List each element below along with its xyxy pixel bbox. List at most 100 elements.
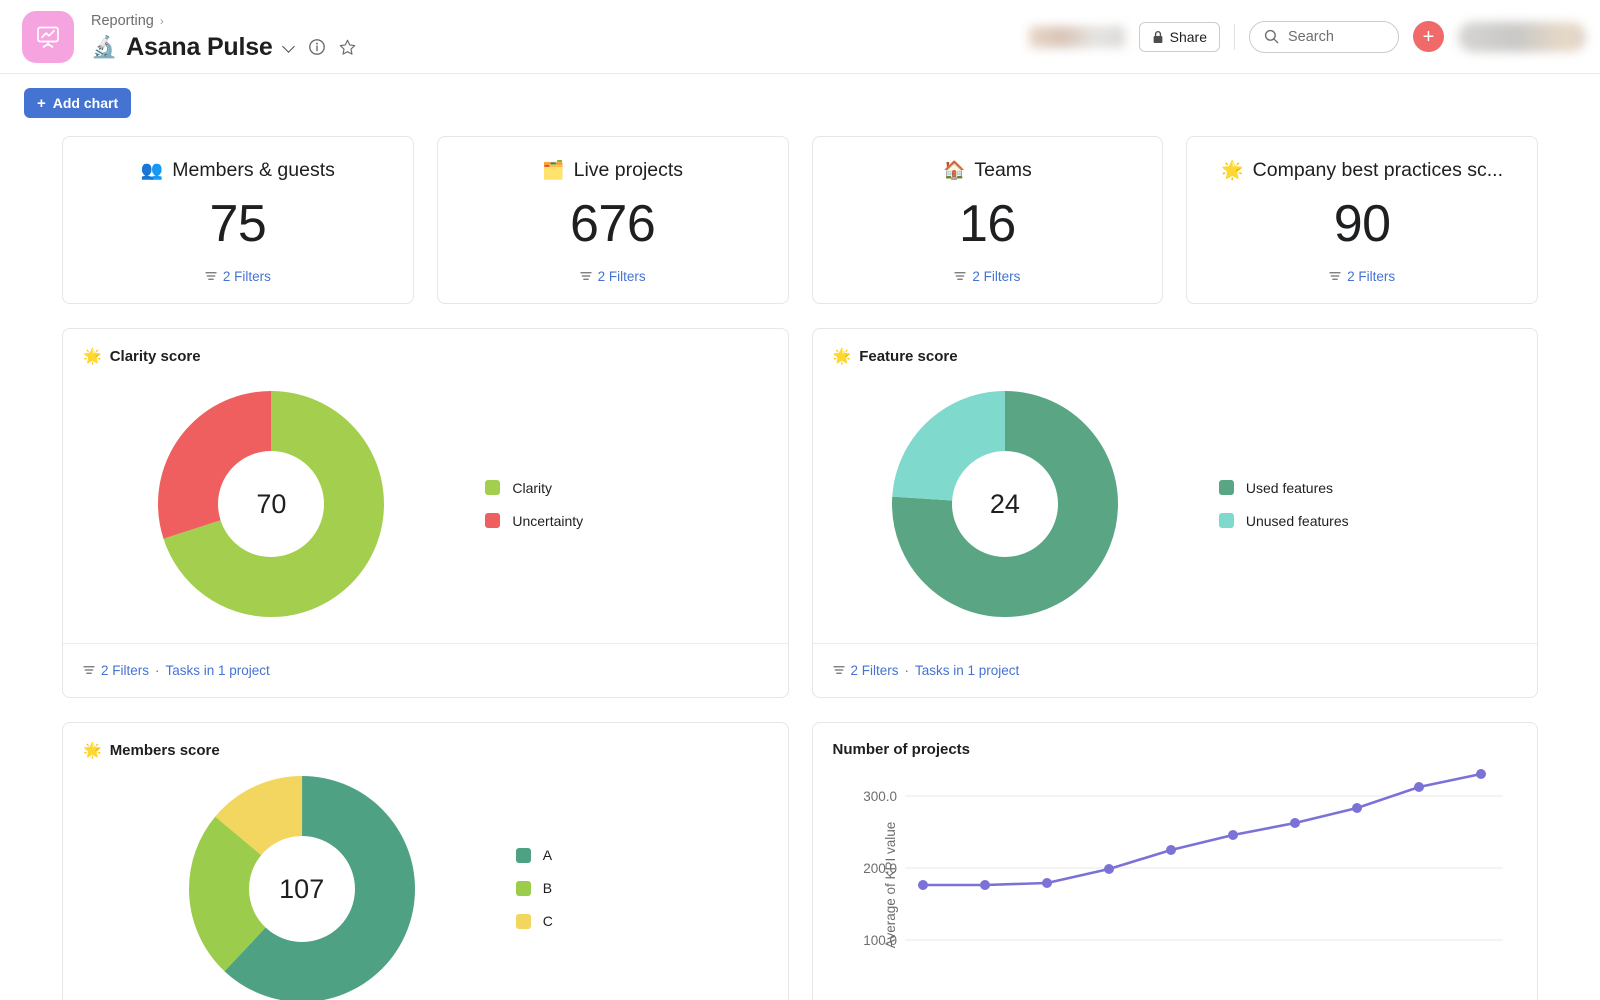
filter-label: 2 Filters: [972, 269, 1020, 284]
star-icon[interactable]: [337, 36, 359, 58]
footer-separator: ·: [155, 663, 160, 678]
filter-icon: [83, 665, 95, 676]
filter-link[interactable]: 2 Filters · Tasks in 1 project: [83, 663, 270, 678]
line-chart: Average of KPI value 300.0 200.0 100.0: [813, 758, 1538, 1000]
create-button[interactable]: +: [1413, 21, 1444, 52]
title-block: Reporting › 🔬 Asana Pulse: [91, 12, 359, 62]
top-bar: Reporting › 🔬 Asana Pulse: [0, 0, 1600, 74]
legend-item[interactable]: Unused features: [1219, 513, 1349, 529]
header-divider: [1234, 24, 1235, 50]
legend-swatch: [516, 914, 531, 929]
filter-icon: [205, 271, 217, 282]
breadcrumb-chevron-icon: ›: [160, 12, 164, 30]
kpi-card-company-best-practices-score[interactable]: 🌟 Company best practices sc... 90 2 Filt…: [1186, 136, 1538, 304]
filter-label: 2 Filters: [1347, 269, 1395, 284]
redacted-label-left: [1029, 26, 1125, 48]
chart-card-clarity-score[interactable]: 🌟 Clarity score 70: [62, 328, 789, 698]
page-title: Asana Pulse: [126, 33, 272, 62]
top-bar-right: Share Search +: [1029, 21, 1586, 53]
breadcrumb[interactable]: Reporting ›: [91, 12, 359, 30]
plus-icon: +: [1423, 27, 1435, 47]
app-icon[interactable]: [22, 11, 74, 63]
chart-title: Number of projects: [833, 741, 971, 758]
kpi-title-label: Company best practices sc...: [1253, 159, 1503, 182]
legend-label: Unused features: [1246, 513, 1349, 529]
legend-item[interactable]: C: [516, 913, 553, 929]
glowing-star-emoji-icon: 🌟: [83, 741, 102, 759]
glowing-star-emoji-icon: 🌟: [83, 347, 102, 365]
filter-label: 2 Filters: [598, 269, 646, 284]
chevron-down-icon[interactable]: [283, 40, 297, 54]
kpi-value: 75: [209, 198, 266, 250]
kpi-filters[interactable]: 2 Filters: [205, 269, 271, 287]
chart-body: 70 Clarity Uncertainty: [63, 365, 788, 643]
kpi-title: 🌟 Company best practices sc...: [1221, 159, 1503, 182]
kpi-card-teams[interactable]: 🏠 Teams 16 2 Filters: [812, 136, 1164, 304]
kpi-filters[interactable]: 2 Filters: [1329, 269, 1395, 287]
filter-link[interactable]: 2 Filters · Tasks in 1 project: [833, 663, 1020, 678]
chart-card-feature-score[interactable]: 🌟 Feature score 24: [812, 328, 1539, 698]
people-emoji-icon: 👥: [141, 160, 163, 181]
chart-title: Members score: [110, 742, 220, 759]
kpi-title-label: Members & guests: [172, 159, 335, 182]
chart-header: 🌟 Feature score: [813, 329, 1538, 365]
legend-swatch: [516, 881, 531, 896]
chart-source-link[interactable]: Tasks in 1 project: [166, 663, 270, 678]
kpi-row: 👥 Members & guests 75 2 Filters 🗂️ Live …: [62, 136, 1538, 304]
legend-label: Clarity: [512, 480, 552, 496]
kpi-card-members-guests[interactable]: 👥 Members & guests 75 2 Filters: [62, 136, 414, 304]
y-tick-label: 100.0: [863, 933, 897, 948]
legend-item[interactable]: Used features: [1219, 480, 1349, 496]
line-chart-svg: 300.0 200.0 100.0: [813, 758, 1503, 963]
filter-link[interactable]: 2 Filters: [954, 269, 1020, 284]
chart-header: Number of projects: [813, 723, 1538, 758]
chart-title: Feature score: [859, 348, 957, 365]
legend-label: B: [543, 880, 552, 896]
kpi-value: 676: [570, 198, 655, 250]
filter-label: 2 Filters: [223, 269, 271, 284]
share-label: Share: [1170, 29, 1207, 45]
title-row: 🔬 Asana Pulse: [91, 33, 359, 62]
footer-separator: ·: [905, 663, 910, 678]
legend-item[interactable]: A: [516, 847, 553, 863]
house-emoji-icon: 🏠: [943, 160, 965, 181]
chart-source-link[interactable]: Tasks in 1 project: [915, 663, 1019, 678]
info-icon[interactable]: [306, 36, 328, 58]
breadcrumb-reporting[interactable]: Reporting: [91, 12, 154, 30]
filter-link[interactable]: 2 Filters: [205, 269, 271, 284]
add-chart-label: Add chart: [53, 95, 118, 111]
donut-wrap: 70 Clarity Uncertainty: [63, 390, 788, 618]
kpi-filters[interactable]: 2 Filters: [954, 269, 1020, 287]
microscope-emoji-icon: 🔬: [91, 37, 117, 58]
filter-link[interactable]: 2 Filters: [580, 269, 646, 284]
kpi-title: 🗂️ Live projects: [542, 159, 683, 182]
redacted-avatar-group: [1458, 22, 1586, 52]
kpi-filters[interactable]: 2 Filters: [580, 269, 646, 287]
legend-swatch: [516, 848, 531, 863]
legend-label: A: [543, 847, 552, 863]
filter-label: 2 Filters: [851, 663, 899, 678]
plus-icon: +: [37, 95, 46, 112]
line-series-points: [918, 769, 1486, 890]
chart-card-members-score[interactable]: 🌟 Members score 107: [62, 722, 789, 1000]
glowing-star-emoji-icon: 🌟: [1221, 160, 1243, 181]
dashboard-toolbar: + Add chart: [0, 74, 1600, 132]
share-button[interactable]: Share: [1139, 22, 1220, 52]
chart-body: Average of KPI value 300.0 200.0 100.0: [813, 758, 1538, 1000]
legend-label: Used features: [1246, 480, 1333, 496]
search-input[interactable]: Search: [1249, 21, 1399, 53]
legend-item[interactable]: Clarity: [485, 480, 583, 496]
legend-item[interactable]: B: [516, 880, 553, 896]
y-tick-label: 300.0: [863, 789, 897, 804]
donut-wrap: 107 A B C: [63, 775, 788, 1000]
chart-body: 24 Used features Unused features: [813, 365, 1538, 643]
add-chart-button[interactable]: + Add chart: [24, 88, 131, 118]
kpi-title: 👥 Members & guests: [141, 159, 335, 182]
filter-icon: [954, 271, 966, 282]
filter-link[interactable]: 2 Filters: [1329, 269, 1395, 284]
kpi-card-live-projects[interactable]: 🗂️ Live projects 676 2 Filters: [437, 136, 789, 304]
chart-title: Clarity score: [110, 348, 201, 365]
legend-item[interactable]: Uncertainty: [485, 513, 583, 529]
donut-chart-row: 🌟 Clarity score 70: [62, 328, 1538, 698]
chart-card-number-of-projects[interactable]: Number of projects Average of KPI value …: [812, 722, 1539, 1000]
